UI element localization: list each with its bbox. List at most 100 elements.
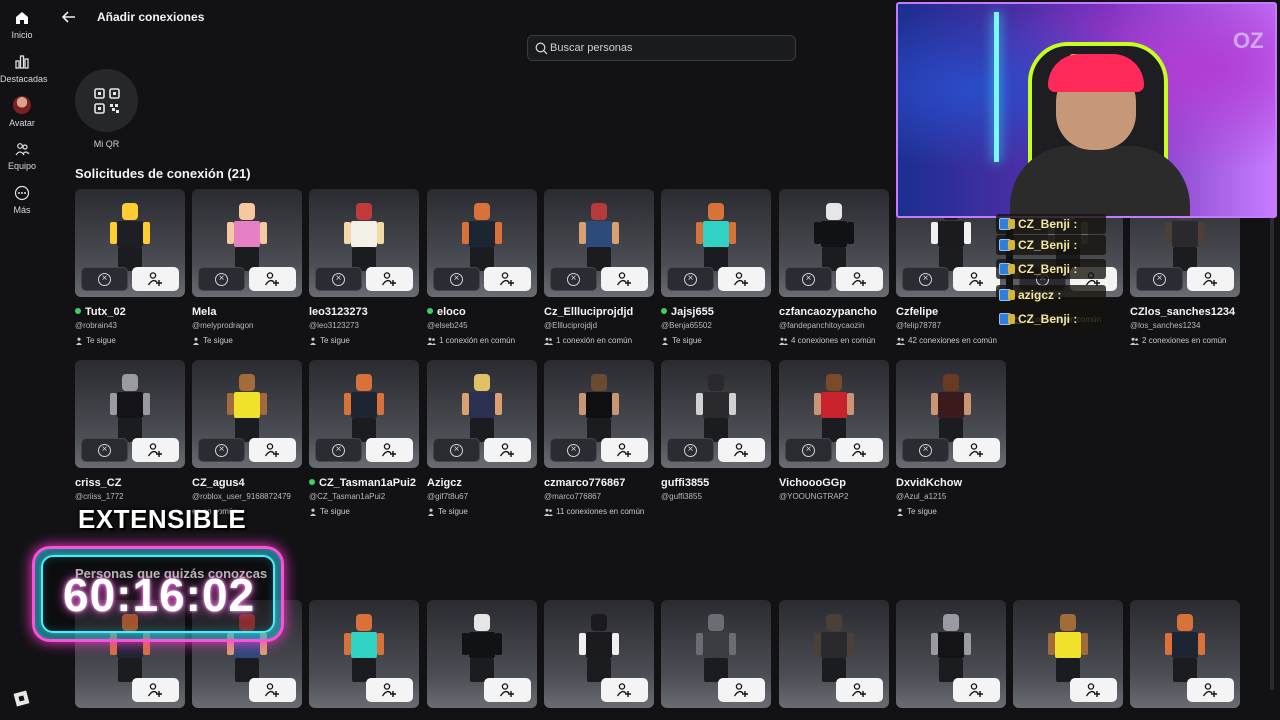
decline-button[interactable]: × — [550, 438, 597, 462]
avatar-thumbnail[interactable] — [309, 600, 419, 708]
request-card[interactable]: × CZ_Tasman1aPui2 @CZ_Tasman1aPui2 Te sigue — [309, 360, 419, 516]
suggestion-card[interactable] — [309, 600, 419, 717]
card-display-name[interactable]: CZlos_sanches1234 — [1130, 306, 1240, 318]
card-display-name[interactable]: czmarco776867 — [544, 477, 654, 489]
accept-button[interactable] — [601, 438, 648, 462]
request-card[interactable]: × czmarco776867 @marco776867 11 conexiones … — [544, 360, 654, 516]
avatar-thumbnail[interactable]: × — [661, 189, 771, 297]
avatar-thumbnail[interactable]: × — [427, 189, 537, 297]
avatar-thumbnail[interactable] — [1013, 600, 1123, 708]
request-card[interactable]: × VichoooGGp @YOOUNGTRAP2 — [779, 360, 889, 507]
add-connection-button[interactable] — [132, 678, 179, 702]
decline-button[interactable]: × — [81, 438, 128, 462]
request-card[interactable]: × Mela @melyprodragon Te sigue — [192, 189, 302, 345]
decline-button[interactable]: × — [785, 438, 832, 462]
nav-item-more[interactable]: Más — [0, 185, 44, 215]
card-display-name[interactable]: Tutx_02 — [75, 306, 185, 318]
card-display-name[interactable]: Mela — [192, 306, 302, 318]
qr-button[interactable] — [75, 69, 138, 132]
search-input[interactable] — [550, 39, 790, 57]
nav-item-team[interactable]: Equipo — [0, 141, 44, 171]
search-box[interactable] — [527, 35, 796, 61]
accept-button[interactable] — [718, 438, 765, 462]
card-display-name[interactable]: Azigcz — [427, 477, 537, 489]
request-card[interactable]: × guffi3855 @guffi3855 — [661, 360, 771, 507]
avatar-thumbnail[interactable] — [661, 600, 771, 708]
add-connection-button[interactable] — [1070, 678, 1117, 702]
decline-button[interactable]: × — [667, 267, 714, 291]
avatar-thumbnail[interactable]: × — [779, 189, 889, 297]
avatar-thumbnail[interactable] — [1130, 600, 1240, 708]
decline-button[interactable]: × — [550, 267, 597, 291]
accept-button[interactable] — [484, 438, 531, 462]
request-card[interactable]: × Cz_Ellluciprojdjd @Ellluciprojdjd 1 conex… — [544, 189, 654, 345]
decline-button[interactable]: × — [81, 267, 128, 291]
suggestion-card[interactable] — [661, 600, 771, 717]
accept-button[interactable] — [1187, 267, 1234, 291]
decline-button[interactable]: × — [902, 438, 949, 462]
decline-button[interactable]: × — [315, 267, 362, 291]
avatar-thumbnail[interactable]: × — [309, 360, 419, 468]
request-card[interactable]: × leo3123273 @leo3123273 Te sigue — [309, 189, 419, 345]
suggestion-card[interactable] — [544, 600, 654, 717]
avatar-thumbnail[interactable]: × — [544, 189, 654, 297]
accept-button[interactable] — [601, 267, 648, 291]
accept-button[interactable] — [132, 438, 179, 462]
decline-button[interactable]: × — [1136, 267, 1183, 291]
decline-button[interactable]: × — [785, 267, 832, 291]
request-card[interactable]: × eloco @elseb245 1 conexión en común — [427, 189, 537, 345]
decline-button[interactable]: × — [198, 267, 245, 291]
back-arrow-icon[interactable] — [58, 6, 80, 28]
card-display-name[interactable]: guffi3855 — [661, 477, 771, 489]
suggestion-card[interactable] — [779, 600, 889, 717]
accept-button[interactable] — [366, 267, 413, 291]
request-card[interactable]: × criss_CZ @criiss_1772 — [75, 360, 185, 507]
suggestion-card[interactable] — [1130, 600, 1240, 717]
card-display-name[interactable]: CZ_Tasman1aPui2 — [309, 477, 419, 489]
accept-button[interactable] — [836, 438, 883, 462]
avatar-thumbnail[interactable]: × — [779, 360, 889, 468]
card-display-name[interactable]: Czfelipe — [896, 306, 1006, 318]
card-display-name[interactable]: CZ_agus4 — [192, 477, 302, 489]
add-connection-button[interactable] — [366, 678, 413, 702]
avatar-thumbnail[interactable]: × — [192, 360, 302, 468]
nav-item-avatar[interactable]: Avatar — [0, 96, 44, 128]
suggestion-card[interactable] — [896, 600, 1006, 717]
avatar-thumbnail[interactable] — [896, 600, 1006, 708]
accept-button[interactable] — [249, 438, 296, 462]
accept-button[interactable] — [718, 267, 765, 291]
add-connection-button[interactable] — [836, 678, 883, 702]
roblox-logo-icon[interactable] — [13, 690, 30, 707]
suggestion-card[interactable] — [427, 600, 537, 717]
avatar-thumbnail[interactable]: × — [661, 360, 771, 468]
decline-button[interactable]: × — [667, 438, 714, 462]
request-card[interactable]: × Azigcz @gif7t8u67 Te sigue — [427, 360, 537, 516]
request-card[interactable]: × DxvidKchow @Azul_a1215 Te sigue — [896, 360, 1006, 516]
card-display-name[interactable]: VichoooGGp — [779, 477, 889, 489]
suggestion-card[interactable] — [1013, 600, 1123, 717]
request-card[interactable]: × Jajsj655 @Benja65502 Te sigue — [661, 189, 771, 345]
accept-button[interactable] — [132, 267, 179, 291]
card-display-name[interactable]: criss_CZ — [75, 477, 185, 489]
accept-button[interactable] — [953, 438, 1000, 462]
accept-button[interactable] — [366, 438, 413, 462]
add-connection-button[interactable] — [601, 678, 648, 702]
decline-button[interactable]: × — [315, 438, 362, 462]
card-display-name[interactable]: DxvidKchow — [896, 477, 1006, 489]
avatar-thumbnail[interactable]: × — [75, 360, 185, 468]
card-display-name[interactable]: czfancaozypancho — [779, 306, 889, 318]
card-display-name[interactable]: Jajsj655 — [661, 306, 771, 318]
decline-button[interactable]: × — [433, 438, 480, 462]
accept-button[interactable] — [836, 267, 883, 291]
decline-button[interactable]: × — [902, 267, 949, 291]
card-display-name[interactable]: eloco — [427, 306, 537, 318]
avatar-thumbnail[interactable]: × — [309, 189, 419, 297]
add-connection-button[interactable] — [1187, 678, 1234, 702]
accept-button[interactable] — [953, 267, 1000, 291]
request-card[interactable]: × CZ_agus4 @roblox_user_9168872479 es en co… — [192, 360, 302, 516]
avatar-thumbnail[interactable]: × — [896, 360, 1006, 468]
avatar-thumbnail[interactable]: × — [75, 189, 185, 297]
decline-button[interactable]: × — [198, 438, 245, 462]
avatar-thumbnail[interactable]: × — [192, 189, 302, 297]
request-card[interactable]: × czfancaozypancho @fandepanchitoycaozin 4 … — [779, 189, 889, 345]
